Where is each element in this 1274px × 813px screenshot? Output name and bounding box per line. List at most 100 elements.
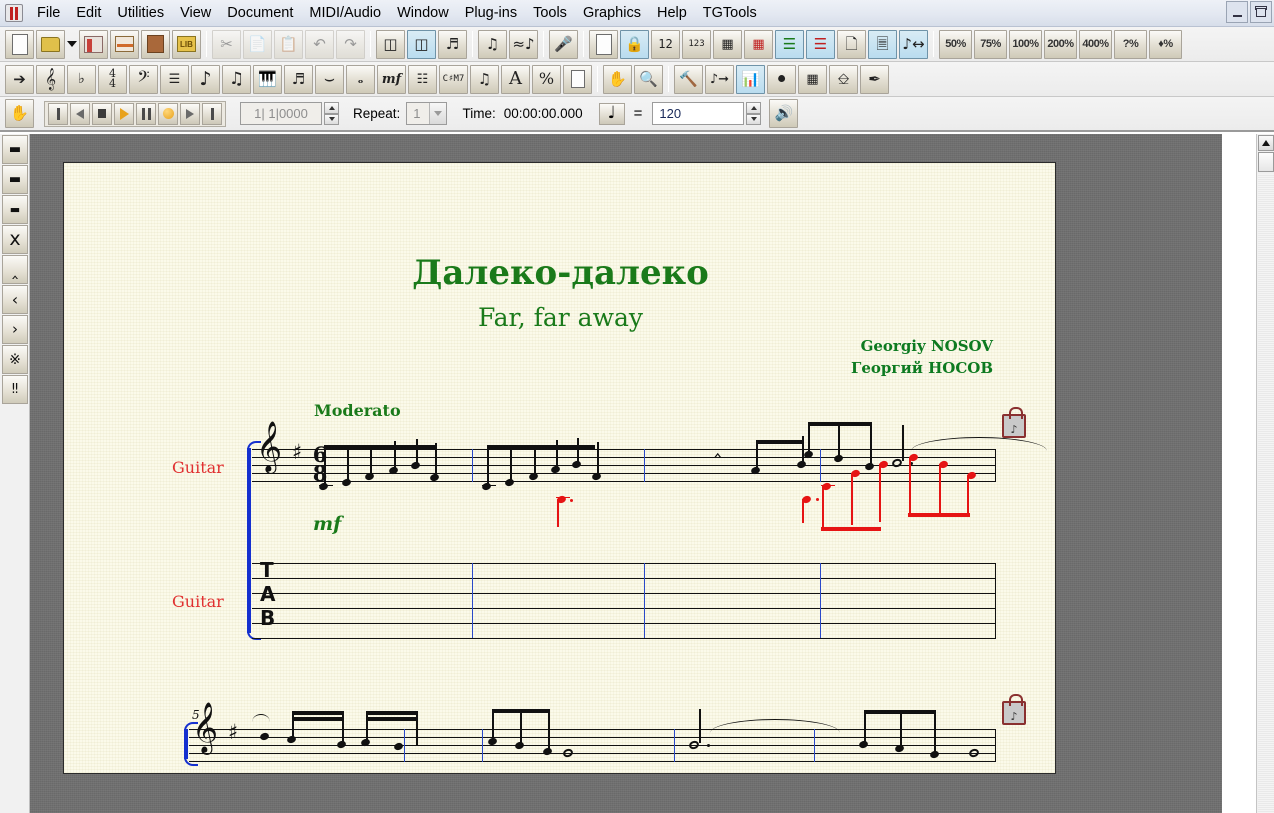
- key-signature-sharp[interactable]: ♯: [292, 440, 302, 464]
- hyperscribe-tool-icon[interactable]: 🎹: [253, 64, 282, 94]
- window-arch-icon[interactable]: ⎒: [829, 64, 858, 94]
- barline[interactable]: [814, 729, 815, 762]
- midi-tool-icon[interactable]: ≈♪: [509, 29, 538, 59]
- menu-item-tools[interactable]: Tools: [525, 2, 575, 24]
- zoom-75-icon[interactable]: 75%: [974, 29, 1007, 59]
- onetwentyeighth-rest-icon[interactable]: ‼: [2, 375, 28, 404]
- score-workspace[interactable]: Далеко-далеко Far, far away Georgiy NOSO…: [30, 134, 1222, 813]
- score-subtitle[interactable]: Far, far away: [64, 303, 1057, 332]
- menu-item-edit[interactable]: Edit: [68, 2, 109, 24]
- scroll-view-icon[interactable]: ◫: [376, 29, 405, 59]
- group-bracket[interactable]: [184, 722, 198, 766]
- microphone-icon[interactable]: 🎤: [549, 29, 578, 59]
- slur[interactable]: [710, 719, 840, 733]
- measure-numbers-icon[interactable]: 123: [682, 29, 711, 59]
- tab-staff-1[interactable]: [252, 563, 996, 639]
- clef-tool-icon[interactable]: 𝄢: [129, 64, 158, 94]
- sixteenth-rest-icon[interactable]: ‹: [2, 285, 28, 314]
- barline[interactable]: [482, 729, 483, 762]
- barline[interactable]: [674, 729, 675, 762]
- speedy-entry-tool-icon[interactable]: ♫: [222, 64, 251, 94]
- restore-button[interactable]: [1250, 1, 1272, 23]
- measure-lock-icon[interactable]: ♪: [1002, 407, 1026, 438]
- rewind-icon[interactable]: [70, 102, 90, 125]
- manuscript-icon[interactable]: [141, 29, 170, 59]
- notehead[interactable]: [341, 477, 352, 488]
- position-spinner-up[interactable]: [324, 102, 339, 114]
- menu-item-midi-audio[interactable]: MIDI/Audio: [301, 2, 389, 24]
- selection-tool-icon[interactable]: ➔: [5, 64, 34, 94]
- go-to-beginning-icon[interactable]: [48, 102, 68, 125]
- chevron-down-icon[interactable]: [428, 103, 446, 124]
- speaker-icon[interactable]: 🔊: [769, 99, 799, 128]
- play-icon[interactable]: [114, 102, 134, 125]
- chord-tool-icon[interactable]: C♯M7: [439, 64, 468, 94]
- zoom-fit-icon[interactable]: ♦%: [1149, 29, 1182, 59]
- whole-rest-icon[interactable]: ▬: [2, 165, 28, 194]
- tab-clef-letters[interactable]: TAB: [260, 558, 275, 630]
- sixtyfourth-rest-icon[interactable]: ※: [2, 345, 28, 374]
- instrument-name-staff2[interactable]: Guitar: [172, 592, 224, 611]
- half-rest-icon[interactable]: ▬: [2, 195, 28, 224]
- expression-tool-icon[interactable]: mf: [377, 64, 406, 94]
- cut-scissors-icon[interactable]: ✂: [212, 29, 241, 59]
- hammer-tool-icon[interactable]: 🔨: [674, 64, 703, 94]
- barline[interactable]: [820, 563, 821, 638]
- thirtysecond-rest-icon[interactable]: ›: [2, 315, 28, 344]
- notation-staff-2[interactable]: [189, 729, 996, 762]
- barline[interactable]: [995, 729, 996, 762]
- document-text-icon[interactable]: 🗋: [837, 29, 866, 59]
- quill-pen-icon[interactable]: ✒: [860, 64, 889, 94]
- menu-item-graphics[interactable]: Graphics: [575, 2, 649, 24]
- repeat-tool-icon[interactable]: ☷: [408, 64, 437, 94]
- zoom-custom-icon[interactable]: ?%: [1114, 29, 1147, 59]
- notehead[interactable]: [481, 481, 492, 492]
- key-signature-sharp[interactable]: ♯: [228, 720, 238, 744]
- tempo-marking[interactable]: Moderato: [314, 401, 401, 420]
- score-title[interactable]: Далеко-далеко: [64, 253, 1057, 293]
- page-lock-icon[interactable]: 🔒: [620, 29, 649, 59]
- treble-clef[interactable]: 𝄞: [256, 425, 282, 469]
- measure-lock-icon[interactable]: ♪: [1002, 694, 1026, 725]
- scroll-up-arrow-icon[interactable]: [1258, 135, 1274, 151]
- tuplet-tool-icon[interactable]: ♬: [284, 64, 313, 94]
- barline[interactable]: [644, 449, 645, 482]
- eighth-rest-icon[interactable]: ‸: [2, 255, 28, 284]
- score-manager-icon[interactable]: ▦: [798, 64, 827, 94]
- menu-item-plug-ins[interactable]: Plug-ins: [457, 2, 525, 24]
- barline[interactable]: [995, 449, 996, 482]
- staff-set-icon[interactable]: ☰: [775, 29, 804, 59]
- zoom-50-icon[interactable]: 50%: [939, 29, 972, 59]
- barline[interactable]: [472, 449, 473, 482]
- position-spinner-down[interactable]: [324, 113, 339, 125]
- articulation-tool-icon[interactable]: ♫: [470, 64, 499, 94]
- quarter-rest-icon[interactable]: x: [2, 225, 28, 254]
- menu-item-file[interactable]: File: [29, 2, 68, 24]
- dynamic-marking[interactable]: mf: [313, 513, 341, 535]
- minimize-button[interactable]: [1226, 1, 1248, 23]
- menu-item-view[interactable]: View: [172, 2, 219, 24]
- barline[interactable]: [820, 449, 821, 482]
- grid-page-mark-icon[interactable]: ▦: [744, 29, 773, 59]
- repeat-select[interactable]: 1: [406, 102, 447, 125]
- menu-item-window[interactable]: Window: [389, 2, 457, 24]
- menu-item-utilities[interactable]: Utilities: [109, 2, 172, 24]
- save-icon[interactable]: [79, 29, 108, 59]
- treble-clef[interactable]: 𝄞: [192, 706, 218, 750]
- notehead[interactable]: [318, 481, 329, 492]
- barline[interactable]: [472, 563, 473, 638]
- time-signature-tool-icon[interactable]: 44: [98, 64, 127, 94]
- tempo-spinner-up[interactable]: [746, 102, 762, 114]
- slur[interactable]: [911, 437, 1047, 451]
- note-spacing-icon[interactable]: ♪↔: [899, 29, 928, 59]
- page-view-icon[interactable]: ◫: [407, 29, 436, 59]
- position-spinner[interactable]: [324, 102, 339, 125]
- open-folder-icon[interactable]: [36, 29, 65, 59]
- tempo-spinner-down[interactable]: [746, 113, 762, 125]
- studio-view-icon[interactable]: ♬: [438, 29, 467, 59]
- library-icon[interactable]: LIB: [172, 29, 201, 59]
- paste-icon[interactable]: 📋: [274, 29, 303, 59]
- new-document-icon[interactable]: [5, 29, 34, 59]
- instrument-name-staff1[interactable]: Guitar: [172, 458, 224, 477]
- fast-forward-icon[interactable]: [180, 102, 200, 125]
